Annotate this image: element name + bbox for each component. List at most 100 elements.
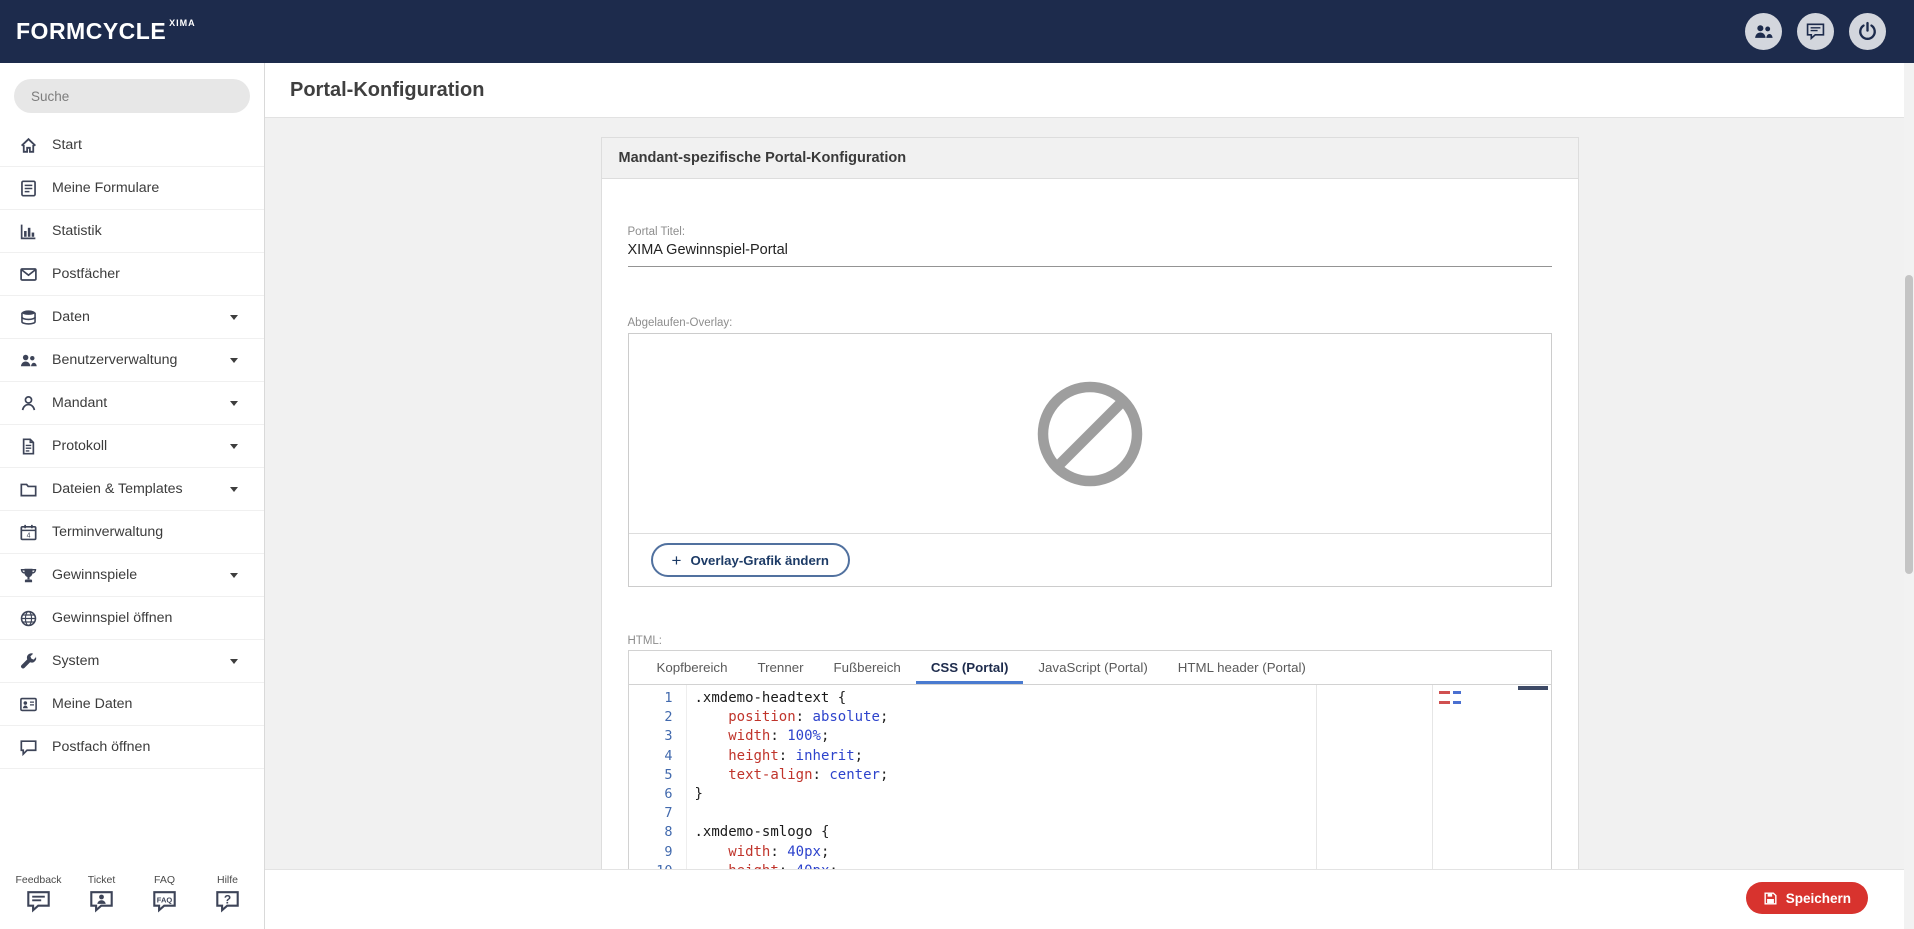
sidebar-item-system[interactable]: System: [0, 640, 264, 683]
page-header: Portal-Konfiguration: [265, 63, 1914, 118]
save-icon: [1763, 891, 1778, 906]
sidebar-item-start[interactable]: Start: [0, 124, 264, 167]
home-icon: [19, 136, 38, 155]
users-button[interactable]: [1745, 13, 1782, 50]
chevron-down-icon: [230, 659, 238, 664]
portal-title-field: Portal Titel:: [628, 226, 1552, 267]
feedback-icon: [25, 888, 52, 915]
html-label: HTML:: [628, 635, 1552, 647]
tab-trenner[interactable]: Trenner: [742, 651, 818, 684]
editor-code-line: position: absolute;: [695, 708, 1551, 727]
chart-icon: [19, 222, 38, 241]
editor-code-line: width: 100%;: [695, 727, 1551, 746]
footer-link-label: Ticket: [88, 874, 116, 886]
main-area: Portal-Konfiguration Mandant-spezifische…: [265, 63, 1914, 929]
editor-code-line: [695, 804, 1551, 823]
sidebar-item-benutzerverwaltung[interactable]: Benutzerverwaltung: [0, 339, 264, 382]
sidebar-item-meine-formulare[interactable]: Meine Formulare: [0, 167, 264, 210]
wrench-icon: [19, 652, 38, 671]
footer-link-hilfe[interactable]: Hilfe?: [196, 874, 259, 915]
chevron-down-icon: [230, 487, 238, 492]
blocked-icon: [1032, 376, 1148, 492]
feedback-icon: [1805, 21, 1826, 42]
users-icon: [19, 351, 38, 370]
portal-config-card: Mandant-spezifische Portal-Konfiguration…: [601, 137, 1579, 869]
chevron-down-icon: [230, 358, 238, 363]
sidebar-item-label: Dateien & Templates: [52, 481, 230, 497]
footer-link-label: Feedback: [15, 874, 61, 886]
save-button[interactable]: Speichern: [1746, 882, 1868, 914]
footer-link-feedback[interactable]: Feedback: [7, 874, 70, 915]
help-icon: ?: [214, 888, 241, 915]
editor-code-line: .xmdemo-headtext {: [695, 689, 1551, 708]
portal-title-label: Portal Titel:: [628, 226, 1552, 238]
sidebar-nav: Start Meine Formulare StatistikPostfächer D…: [0, 124, 264, 769]
sidebar-item-label: Mandant: [52, 395, 230, 411]
tab-javascript-portal[interactable]: JavaScript (Portal): [1023, 651, 1162, 684]
editor-gutter: 12345678910: [629, 685, 687, 869]
feedback-button[interactable]: [1797, 13, 1834, 50]
tab-html-header-portal[interactable]: HTML header (Portal): [1163, 651, 1321, 684]
change-overlay-button[interactable]: + Overlay-Grafik ändern: [651, 543, 850, 577]
footer-link-ticket[interactable]: Ticket: [70, 874, 133, 915]
sidebar-item-gewinnspiele[interactable]: Gewinnspiele: [0, 554, 264, 597]
topbar-actions: [1745, 13, 1886, 50]
search-input[interactable]: [14, 79, 250, 113]
action-footer: Speichern: [265, 869, 1914, 929]
sidebar: Start Meine Formulare StatistikPostfächer D…: [0, 63, 265, 929]
form-icon: [19, 179, 38, 198]
sidebar-item-label: System: [52, 653, 230, 669]
tab-kopfbereich[interactable]: Kopfbereich: [642, 651, 743, 684]
footer-link-faq[interactable]: FAQFAQ: [133, 874, 196, 915]
save-button-label: Speichern: [1786, 891, 1851, 906]
power-button[interactable]: [1849, 13, 1886, 50]
overlay-image-preview: [629, 334, 1551, 534]
code-editor[interactable]: 12345678910 .xmdemo-headtext { position:…: [629, 685, 1551, 869]
editor-code-line: }: [695, 785, 1551, 804]
editor-line-number: 4: [629, 747, 673, 766]
sidebar-item-protokoll[interactable]: Protokoll: [0, 425, 264, 468]
chat-icon: [19, 738, 38, 757]
tab-fussbereich[interactable]: Fußbereich: [819, 651, 916, 684]
portal-title-input[interactable]: [628, 238, 1552, 267]
change-overlay-button-label: Overlay-Grafik ändern: [690, 553, 829, 568]
chevron-down-icon: [230, 573, 238, 578]
sidebar-item-label: Meine Formulare: [52, 180, 238, 196]
html-field: HTML: KopfbereichTrennerFußbereichCSS (P…: [628, 635, 1552, 869]
card-body: Portal Titel: Abgelaufen-Overlay:: [602, 226, 1578, 869]
sidebar-item-gewinnspiel-oeffnen[interactable]: Gewinnspiel öffnen: [0, 597, 264, 640]
page-scrollbar-thumb[interactable]: [1905, 275, 1913, 574]
sidebar-item-meine-daten[interactable]: Meine Daten: [0, 683, 264, 726]
sidebar-item-terminverwaltung[interactable]: 4Terminverwaltung: [0, 511, 264, 554]
sidebar-item-daten[interactable]: Daten: [0, 296, 264, 339]
ticket-icon: [88, 888, 115, 915]
tab-css-portal[interactable]: CSS (Portal): [916, 651, 1024, 684]
page-scrollbar[interactable]: [1904, 63, 1914, 929]
app-window: FORMCYCLEXIMA StartMeine FormulareStatis…: [0, 0, 1914, 929]
minimap-mark-row: [1439, 691, 1509, 694]
minimap-mark-row: [1439, 701, 1509, 704]
plus-icon: +: [672, 552, 682, 569]
person-icon: [19, 394, 38, 413]
editor-line-number: 10: [629, 862, 673, 869]
sidebar-item-statistik[interactable]: Statistik: [0, 210, 264, 253]
editor-scrollbar-thumb[interactable]: [1518, 686, 1548, 690]
sidebar-item-dateien-templates[interactable]: Dateien & Templates: [0, 468, 264, 511]
html-editor-widget: KopfbereichTrennerFußbereichCSS (Portal)…: [628, 650, 1552, 869]
sidebar-item-label: Benutzerverwaltung: [52, 352, 230, 368]
sidebar-item-postfach-oeffnen[interactable]: Postfach öffnen: [0, 726, 264, 769]
logo-subtext: XIMA: [169, 18, 196, 28]
chevron-down-icon: [230, 401, 238, 406]
sidebar-item-mandant[interactable]: Mandant: [0, 382, 264, 425]
sidebar-item-label: Protokoll: [52, 438, 230, 454]
editor-code-area[interactable]: .xmdemo-headtext { position: absolute; w…: [695, 685, 1551, 869]
editor-code-line: text-align: center;: [695, 766, 1551, 785]
editor-minimap: [1439, 691, 1509, 711]
overlay-label: Abgelaufen-Overlay:: [628, 317, 1552, 329]
document-icon: [19, 437, 38, 456]
sidebar-item-postfaecher[interactable]: Postfächer: [0, 253, 264, 296]
sidebar-item-label: Daten: [52, 309, 230, 325]
editor-code-line: width: 40px;: [695, 843, 1551, 862]
database-icon: [19, 308, 38, 327]
sidebar-item-label: Terminverwaltung: [52, 524, 238, 540]
